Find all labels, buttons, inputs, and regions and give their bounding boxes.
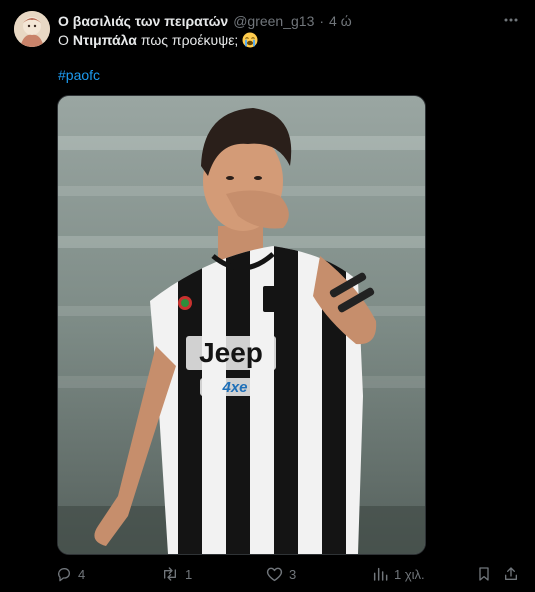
tweet[interactable]: Ο βασιλιάς των πειρατών @green_g13 · 4 ώ… [0, 0, 535, 592]
text-rest: πως προέκυψε; [140, 32, 239, 48]
hashtag-link[interactable]: #paofc [58, 67, 100, 83]
share-icon [505, 567, 517, 580]
avatar-image [14, 11, 50, 47]
jersey-sponsor-text: Jeep [199, 337, 263, 368]
timestamp[interactable]: 4 ώ [329, 13, 352, 29]
repost-button[interactable]: 1 [161, 564, 192, 584]
bookmark-icon [479, 567, 489, 581]
text-prefix: Ο [58, 32, 69, 48]
handle[interactable]: @green_g13 [233, 13, 314, 29]
reply-button[interactable]: 4 [56, 564, 85, 584]
separator-dot: · [319, 13, 325, 29]
tweet-text: Ο Ντιμπάλα πως προέκυψε; [58, 32, 258, 48]
text-bold-name: Ντιμπάλα [72, 32, 137, 48]
like-count: 3 [289, 566, 297, 582]
more-icon[interactable] [501, 10, 521, 30]
footballer-photo: Jeep 4xe [58, 96, 425, 554]
display-name[interactable]: Ο βασιλιάς των πειρατών [58, 13, 228, 29]
like-button[interactable]: 3 [266, 564, 296, 584]
reply-icon [57, 567, 70, 582]
repost-count: 1 [185, 566, 193, 582]
like-icon [266, 567, 283, 582]
loudly-crying-face-emoji [242, 32, 258, 48]
share-button[interactable] [503, 564, 519, 584]
action-bar: 4 1 3 1 χιλ. [56, 564, 526, 584]
tweet-header: Ο βασιλιάς των πειρατών @green_g13 · 4 ώ [58, 12, 352, 30]
repost-icon [164, 567, 176, 581]
views-button[interactable]: 1 χιλ. [372, 564, 425, 584]
views-count: 1 χιλ. [394, 566, 425, 582]
avatar[interactable] [14, 11, 50, 47]
jersey-badge-text: 4xe [221, 379, 247, 396]
views-icon [373, 567, 388, 581]
bookmark-button[interactable] [476, 564, 492, 584]
reply-count: 4 [78, 566, 86, 582]
tweet-photo[interactable]: Jeep 4xe [57, 95, 426, 555]
